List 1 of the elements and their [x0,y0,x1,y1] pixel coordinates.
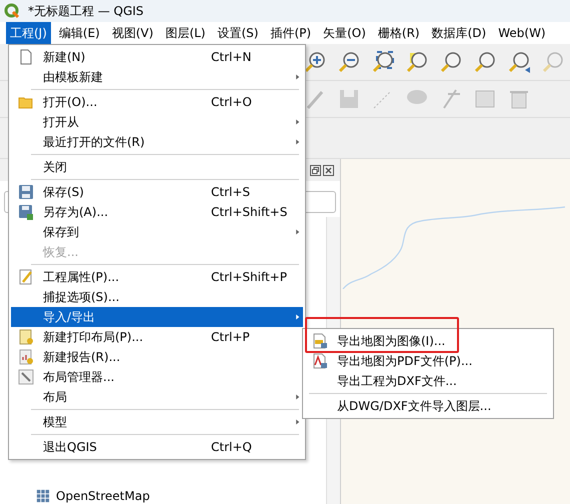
window-title: *无标题工程 — QGIS [28,2,144,20]
